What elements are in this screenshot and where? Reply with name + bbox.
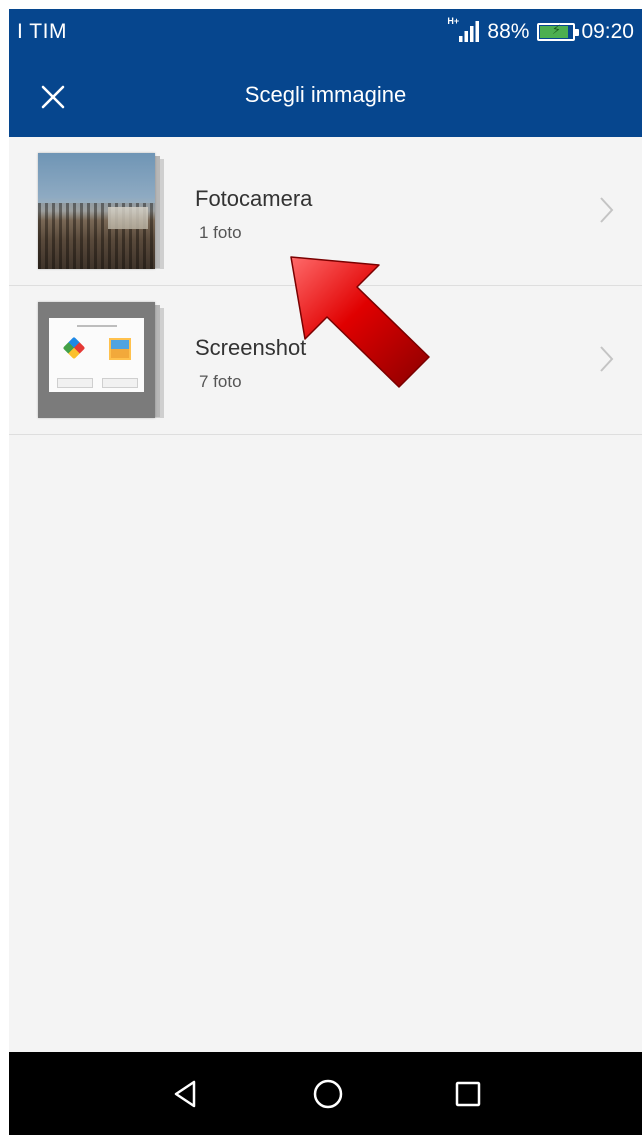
status-bar: I TIM H+ 88% ⚡ 09:20 [9,9,642,56]
album-list: Fotocamera 1 foto Screenshot 7 foto [9,137,642,435]
preview-dialog-title [77,325,117,327]
screenshot-thumbnail [38,302,155,418]
album-photo-count: 7 foto [199,372,242,391]
network-type-label: H+ [447,16,460,26]
preview-right-button [102,378,138,388]
app-bar: Scegli immagine [9,56,642,137]
album-photo-count: 1 foto [199,223,242,242]
album-name: Screenshot [195,335,307,360]
chevron-right-icon [600,197,614,223]
home-circle-icon [313,1079,343,1109]
battery-icon: ⚡ [537,22,580,41]
photos-pinwheel-icon [62,336,86,360]
preview-left-button [57,378,93,388]
signal-icon: H+ [447,16,481,45]
status-indicators: H+ 88% ⚡ 09:20 [447,17,634,47]
carrier-label: I TIM [17,20,67,43]
nav-recent-apps-button[interactable] [446,1072,490,1116]
nav-back-button[interactable] [164,1072,208,1116]
charging-bolt-icon: ⚡ [551,22,561,37]
landscape-photo-thumbnail [38,153,155,269]
recent-apps-square-icon [455,1081,481,1107]
album-thumbnail [38,153,168,271]
clock: 09:20 [581,20,634,43]
chevron-right-icon [600,346,614,372]
battery-percent: 88% [487,20,530,43]
album-thumbnail [38,302,168,420]
back-triangle-icon [174,1080,196,1108]
photo-buildings [108,207,148,229]
landscape-photo [38,153,155,269]
nav-home-button[interactable] [306,1072,350,1116]
navigation-bar [9,1052,642,1135]
preview-dialog [49,318,144,392]
page-title: Scegli immagine [244,82,407,107]
screenshot-preview [38,302,155,418]
album-item-screenshot[interactable]: Screenshot 7 foto [9,286,642,435]
gallery-icon [109,338,131,360]
album-item-fotocamera[interactable]: Fotocamera 1 foto [9,137,642,286]
phone-screen: I TIM H+ 88% ⚡ 09:20 Scegli immagine Fot… [9,9,642,1135]
album-name: Fotocamera [195,186,313,211]
